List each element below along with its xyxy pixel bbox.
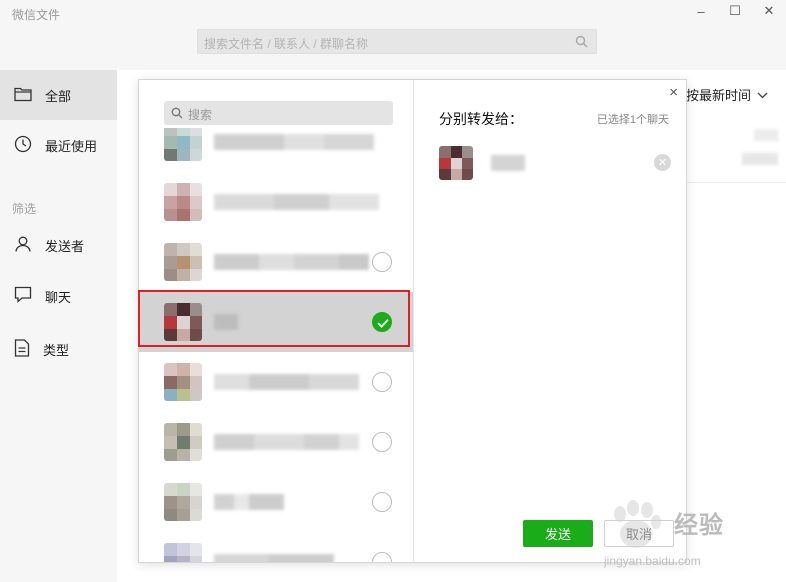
blurred-contact-name [214, 314, 238, 330]
watermark-url: jingyan.baidu.com [604, 554, 701, 568]
chevron-down-icon [757, 87, 768, 102]
contact-row[interactable] [139, 172, 413, 232]
contact-search-input[interactable]: 搜索 [164, 101, 393, 125]
contact-row[interactable] [139, 352, 413, 412]
sidebar-item-label: 全部 [45, 88, 72, 104]
blurred-file-meta [754, 129, 778, 141]
contact-row[interactable] [139, 532, 413, 562]
sidebar-item-recent[interactable]: 最近使用 [0, 120, 117, 170]
blurred-contact-name [214, 254, 369, 270]
person-icon [14, 235, 32, 256]
window-controls: – ☐ ✕ [684, 0, 786, 22]
sidebar-item-all[interactable]: 全部 [0, 70, 117, 120]
blurred-file-meta [742, 153, 778, 165]
row-divider [686, 182, 786, 183]
sidebar-item-label: 发送者 [45, 238, 85, 254]
sidebar-item-type[interactable]: 类型 [0, 324, 117, 374]
watermark-text: 经验 [674, 512, 724, 539]
title-bar: 微信文件 – ☐ ✕ [0, 0, 786, 28]
document-icon [14, 338, 30, 360]
chat-bubble-icon [14, 286, 32, 306]
filter-section-label: 筛选 [12, 202, 37, 216]
close-button[interactable]: ✕ [752, 0, 786, 22]
search-icon [575, 35, 588, 53]
remove-selected-icon[interactable]: ✕ [654, 154, 671, 171]
contact-checkbox[interactable] [372, 252, 392, 272]
avatar [164, 183, 202, 221]
avatar [164, 363, 202, 401]
blurred-contact-name [491, 155, 525, 171]
file-search-input[interactable]: 搜索文件名 / 联系人 / 群聊名称 [197, 29, 597, 54]
blurred-contact-name [214, 494, 284, 510]
contact-checkbox-checked[interactable] [372, 312, 392, 332]
avatar [439, 146, 473, 180]
contact-row[interactable] [139, 232, 413, 292]
dialog-close-button[interactable]: × [669, 84, 678, 101]
search-placeholder: 搜索文件名 / 联系人 / 群聊名称 [204, 37, 369, 51]
blurred-contact-name [214, 194, 379, 210]
contact-checkbox[interactable] [372, 552, 392, 562]
blurred-contact-name [214, 434, 359, 450]
sidebar-item-label: 聊天 [45, 289, 72, 305]
maximize-button[interactable]: ☐ [718, 0, 752, 22]
blurred-contact-name [214, 554, 334, 562]
sidebar: 全部 最近使用 筛选 发送者 聊天 类型 [0, 70, 117, 582]
selected-count: 已选择1个聊天 [596, 114, 669, 126]
folder-icon [14, 86, 32, 105]
contact-checkbox[interactable] [372, 372, 392, 392]
blurred-contact-name [214, 134, 374, 150]
forward-dialog: × 搜索 分别转发给： 已选择1个聊天 ✕ 发送 [138, 79, 687, 563]
contact-checkbox[interactable] [372, 432, 392, 452]
search-placeholder: 搜索 [188, 108, 213, 122]
contact-row-selected[interactable] [139, 292, 413, 352]
minimize-button[interactable]: – [684, 0, 718, 22]
avatar [164, 483, 202, 521]
sort-label: 按最新时间 [686, 88, 752, 103]
selected-contact: ✕ [439, 146, 671, 182]
app-title: 微信文件 [12, 8, 61, 22]
avatar [164, 423, 202, 461]
sidebar-item-label: 类型 [43, 342, 70, 358]
avatar [164, 128, 202, 161]
send-button[interactable]: 发送 [523, 520, 593, 547]
sidebar-item-sender[interactable]: 发送者 [0, 220, 117, 270]
clock-icon [14, 135, 32, 156]
contact-checkbox[interactable] [372, 492, 392, 512]
sort-dropdown[interactable]: 按最新时间 [686, 85, 768, 104]
checkmark-icon [377, 319, 389, 328]
avatar [164, 543, 202, 562]
sidebar-item-chat[interactable]: 聊天 [0, 271, 117, 321]
avatar [164, 303, 202, 341]
dialog-divider [413, 80, 414, 562]
contact-row[interactable] [139, 412, 413, 472]
contact-row[interactable] [139, 472, 413, 532]
sidebar-item-label: 最近使用 [45, 138, 98, 154]
contact-list [139, 128, 413, 562]
blurred-contact-name [214, 374, 359, 390]
search-icon [171, 106, 183, 124]
forward-to-title: 分别转发给： [439, 111, 523, 127]
contact-row[interactable] [139, 128, 413, 172]
avatar [164, 243, 202, 281]
